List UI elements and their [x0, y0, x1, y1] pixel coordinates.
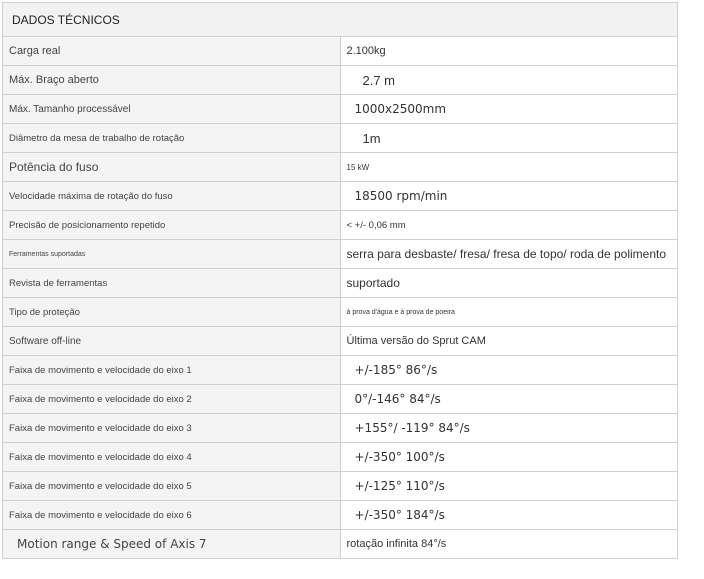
- row-label: Faixa de movimento e velocidade do eixo …: [2, 384, 341, 414]
- table-row: Faixa de movimento e velocidade do eixo …: [2, 471, 678, 501]
- row-value: suportado: [339, 268, 678, 298]
- table-row: Carga real 2.100kg: [2, 36, 678, 66]
- table-row: Revista de ferramentas suportado: [2, 268, 678, 298]
- row-value: +/-350° 184°/s: [339, 500, 678, 530]
- row-label: Tipo de proteção: [2, 297, 341, 327]
- table-row: Faixa de movimento e velocidade do eixo …: [2, 384, 678, 414]
- table-row: Precisão de posicionamento repetido < +/…: [2, 210, 678, 240]
- row-label: Software off-line: [2, 326, 341, 356]
- row-label: Faixa de movimento e velocidade do eixo …: [2, 442, 341, 472]
- row-value: à prova d'água e à prova de poeira: [339, 297, 678, 327]
- row-value: 18500 rpm/min: [339, 181, 678, 211]
- row-label: Máx. Tamanho processável: [2, 94, 341, 124]
- table-row: Velocidade máxima de rotação do fuso 185…: [2, 181, 678, 211]
- row-value: +155°/ -119° 84°/s: [339, 413, 678, 443]
- row-label: Faixa de movimento e velocidade do eixo …: [2, 413, 341, 443]
- row-label: Máx. Braço aberto: [2, 65, 341, 95]
- technical-data-table: DADOS TÉCNICOS Carga real 2.100kg Máx. B…: [2, 2, 678, 559]
- row-value: 15 kW: [339, 152, 678, 182]
- row-value: < +/- 0,06 mm: [339, 210, 678, 240]
- table-row: Faixa de movimento e velocidade do eixo …: [2, 442, 678, 472]
- row-label: Revista de ferramentas: [2, 268, 341, 298]
- row-value: +/-350° 100°/s: [339, 442, 678, 472]
- row-label: Precisão de posicionamento repetido: [2, 210, 341, 240]
- row-value: rotação infinita 84°/s: [339, 529, 678, 559]
- row-label: Potência do fuso: [2, 152, 341, 182]
- row-value: +/-125° 110°/s: [339, 471, 678, 501]
- table-row: Tipo de proteção à prova d'água e à prov…: [2, 297, 678, 327]
- table-header-row: DADOS TÉCNICOS: [2, 2, 678, 37]
- row-value: 2.100kg: [339, 36, 678, 66]
- table-row: Faixa de movimento e velocidade do eixo …: [2, 355, 678, 385]
- table-row: Potência do fuso 15 kW: [2, 152, 678, 182]
- row-label: Diâmetro da mesa de trabalho de rotação: [2, 123, 341, 153]
- row-label: Motion range & Speed of Axis 7: [2, 529, 341, 559]
- row-label: Faixa de movimento e velocidade do eixo …: [2, 500, 341, 530]
- table-row: Diâmetro da mesa de trabalho de rotação …: [2, 123, 678, 153]
- row-value: Última versão do Sprut CAM: [339, 326, 678, 356]
- row-label: Faixa de movimento e velocidade do eixo …: [2, 355, 341, 385]
- table-title: DADOS TÉCNICOS: [2, 2, 678, 37]
- table-row: Software off-line Última versão do Sprut…: [2, 326, 678, 356]
- row-value: +/-185° 86°/s: [339, 355, 678, 385]
- row-value: serra para desbaste/ fresa/ fresa de top…: [339, 239, 678, 269]
- row-label: Velocidade máxima de rotação do fuso: [2, 181, 341, 211]
- row-label: Ferramentas suportadas: [2, 239, 341, 269]
- table-row: Faixa de movimento e velocidade do eixo …: [2, 413, 678, 443]
- row-value: 2.7 m: [339, 65, 678, 95]
- table-row: Ferramentas suportadas serra para desbas…: [2, 239, 678, 269]
- row-value: 1m: [339, 123, 678, 153]
- row-value: 1000x2500mm: [339, 94, 678, 124]
- table-row: Motion range & Speed of Axis 7 rotação i…: [2, 529, 678, 559]
- row-label: Carga real: [2, 36, 341, 66]
- table-row: Máx. Tamanho processável 1000x2500mm: [2, 94, 678, 124]
- row-label: Faixa de movimento e velocidade do eixo …: [2, 471, 341, 501]
- table-row: Máx. Braço aberto 2.7 m: [2, 65, 678, 95]
- table-row: Faixa de movimento e velocidade do eixo …: [2, 500, 678, 530]
- row-value: 0°/-146° 84°/s: [339, 384, 678, 414]
